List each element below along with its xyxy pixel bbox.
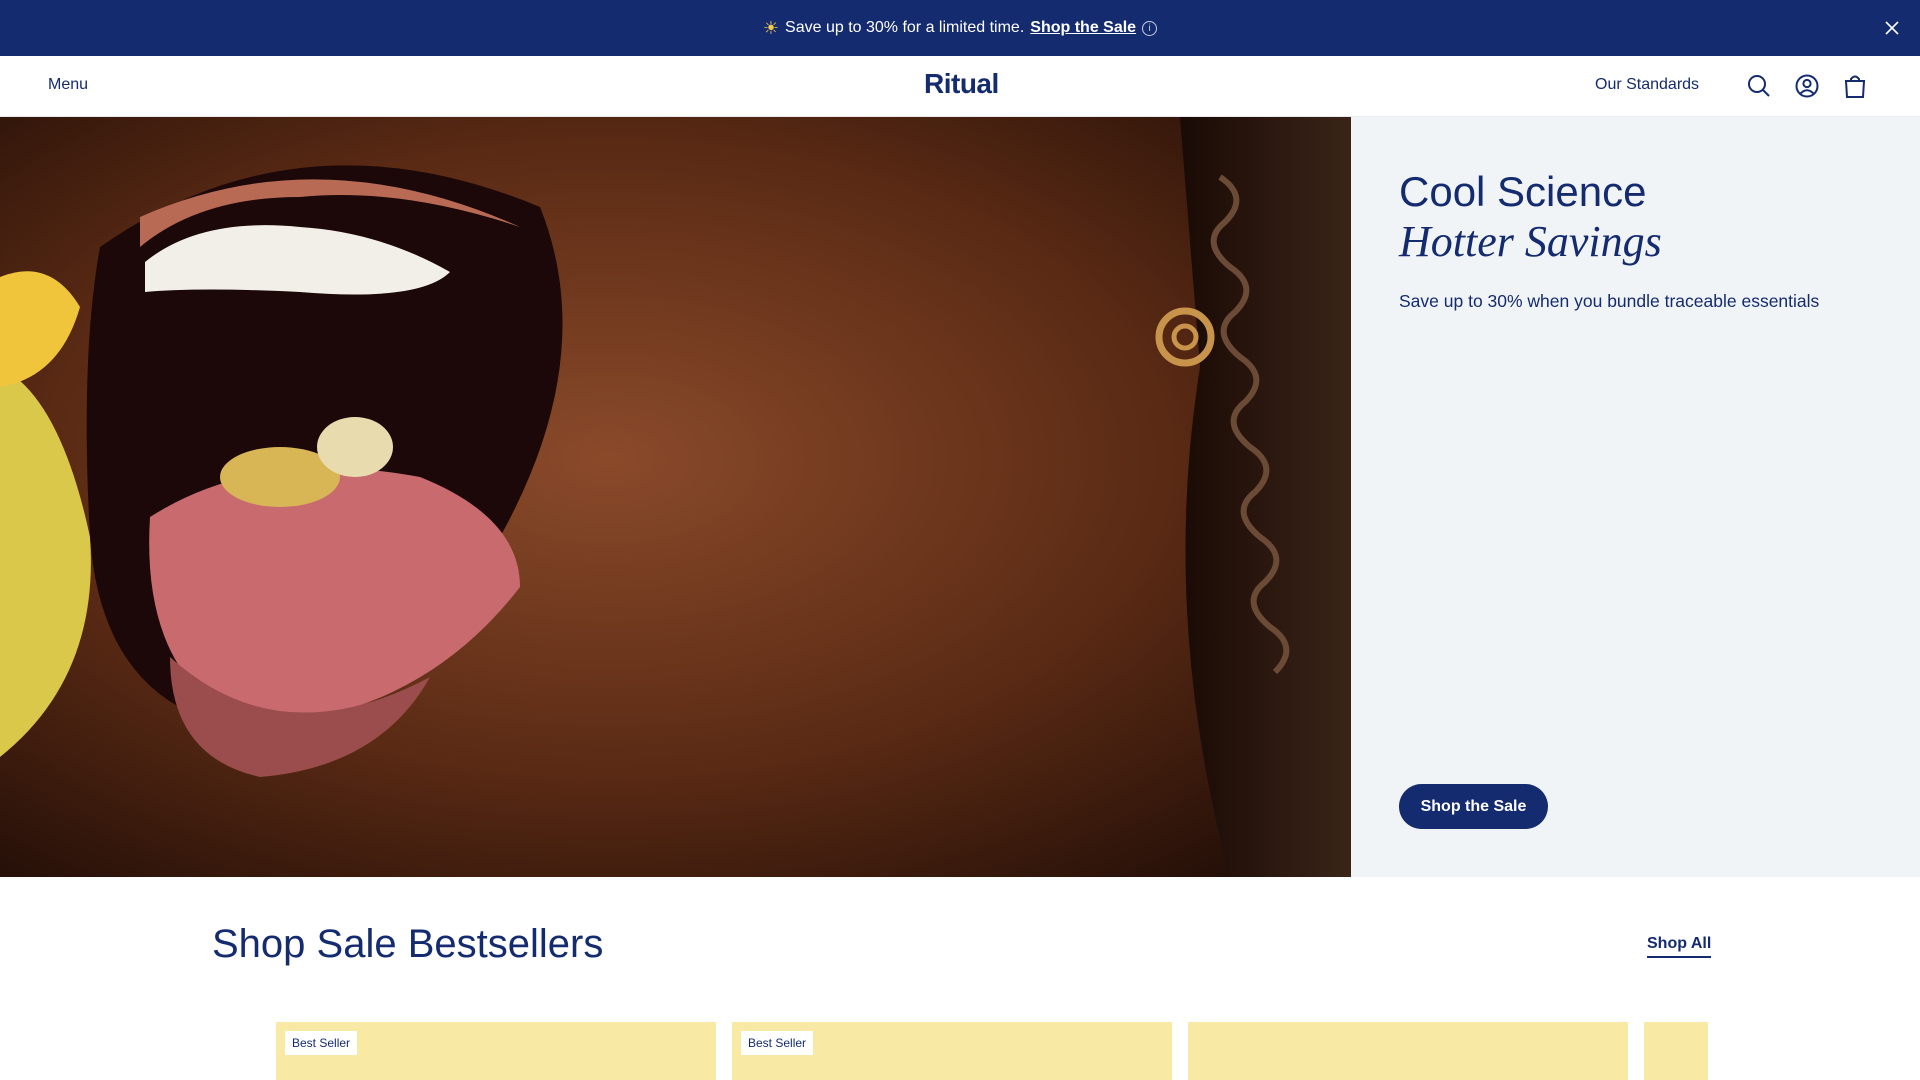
product-card[interactable] [1644, 1022, 1708, 1080]
info-icon[interactable]: i [1142, 20, 1158, 36]
product-card[interactable]: Best Seller [276, 1022, 716, 1080]
our-standards-link[interactable]: Our Standards [1595, 76, 1699, 94]
top-navigation: Menu Ritual Our Standards [0, 56, 1920, 117]
announcement-bar: ☀ Save up to 30% for a limited time. Sho… [0, 0, 1920, 56]
announcement-text: Save up to 30% for a limited time. [785, 19, 1025, 36]
bag-icon[interactable] [1841, 72, 1869, 100]
best-seller-badge: Best Seller [741, 1031, 814, 1055]
hero-photo-illustration [0, 117, 1351, 877]
section-title: Shop Sale Bestsellers [212, 922, 604, 966]
announcement-shop-sale-link[interactable]: Shop the Sale [1030, 19, 1136, 37]
shop-all-link[interactable]: Shop All [1647, 935, 1712, 958]
search-icon[interactable] [1745, 72, 1773, 100]
shop-the-sale-button[interactable]: Shop the Sale [1399, 784, 1548, 829]
hero-image [0, 117, 1351, 877]
account-icon[interactable] [1793, 72, 1821, 100]
product-card[interactable]: Best Seller [732, 1022, 1172, 1080]
hero-title: Cool Science [1399, 168, 1647, 215]
close-icon[interactable] [1878, 14, 1906, 42]
product-card[interactable] [1188, 1022, 1628, 1080]
hero-subtitle: Save up to 30% when you bundle traceable… [1399, 291, 1820, 311]
menu-button[interactable]: Menu [48, 76, 88, 94]
ritual-logo[interactable]: Ritual [924, 68, 999, 100]
hero-text-panel: Cool Science Hotter Savings Save up to 3… [1351, 117, 1920, 877]
best-seller-badge: Best Seller [285, 1031, 358, 1055]
sun-icon: ☀ [762, 17, 780, 38]
hero-title-italic: Hotter Savings [1399, 217, 1662, 266]
